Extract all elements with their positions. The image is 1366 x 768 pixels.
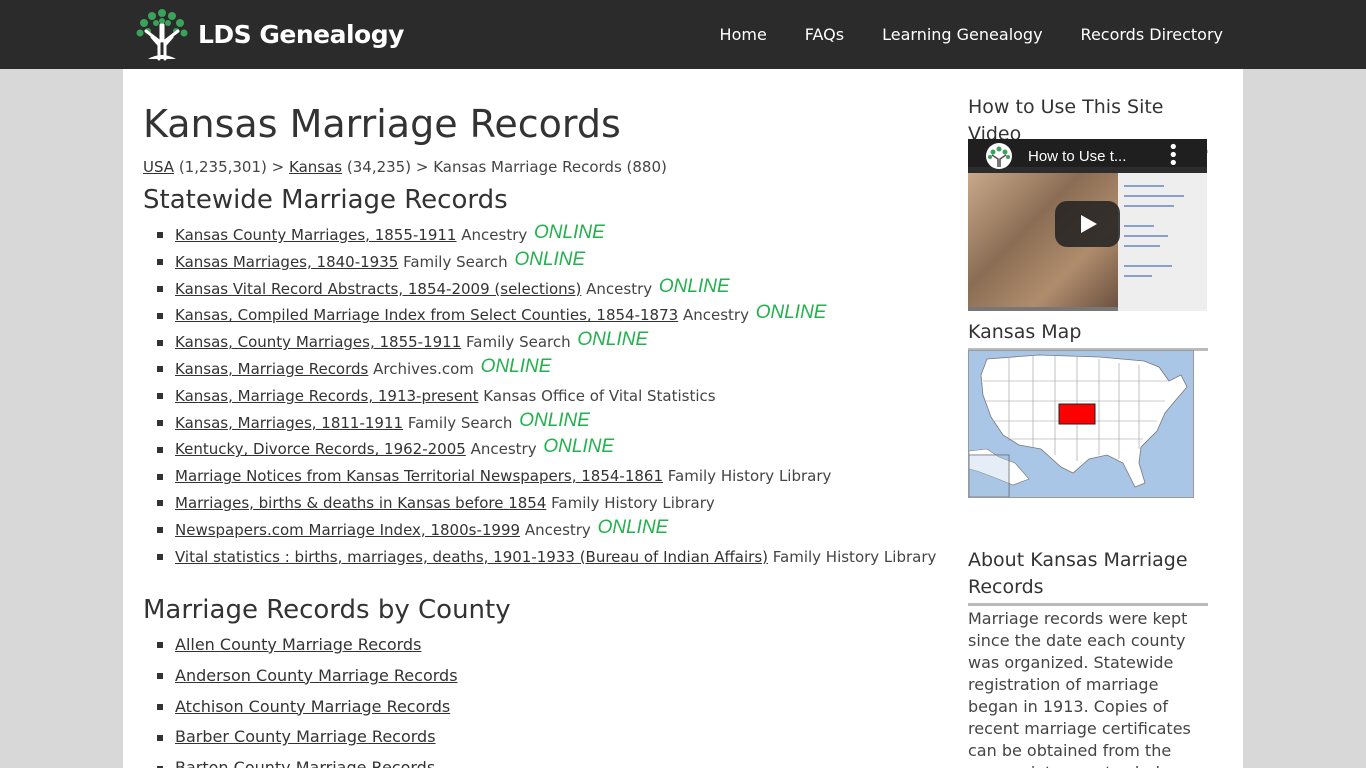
county-record-link[interactable]: Atchison County Marriage Records [175, 697, 450, 716]
county-records-list: Allen County Marriage Records Anderson Co… [143, 630, 458, 768]
online-badge: ONLINE [480, 355, 552, 377]
online-badge: ONLINE [514, 248, 586, 270]
video-document-preview [1118, 173, 1207, 311]
county-record-link[interactable]: Anderson County Marriage Records [175, 666, 458, 685]
statewide-record-item: Kansas, Compiled Marriage Index from Sel… [143, 302, 936, 329]
statewide-record-item: Marriages, births & deaths in Kansas bef… [143, 490, 936, 517]
channel-tree-icon [986, 143, 1012, 169]
kansas-map-image [968, 350, 1194, 498]
online-badge: ONLINE [519, 409, 590, 431]
nav-faqs[interactable]: FAQs [805, 25, 844, 44]
statewide-record-item: Kansas, County Marriages, 1855-1911 Fami… [143, 329, 936, 356]
record-link[interactable]: Vital statistics : births, marriages, de… [175, 548, 768, 566]
county-record-link[interactable]: Allen County Marriage Records [175, 635, 421, 654]
video-menu-icon[interactable]: • • • [1168, 139, 1179, 173]
record-source: Family Search [466, 333, 571, 352]
record-link[interactable]: Newspapers.com Marriage Index, 1800s-199… [175, 521, 520, 539]
record-source: Family History Library [772, 547, 937, 566]
record-source: Ancestry [586, 279, 653, 298]
county-record-link[interactable]: Barton County Marriage Records [175, 758, 435, 768]
record-source: Family Search [407, 413, 513, 432]
record-link[interactable]: Kansas County Marriages, 1855-1911 [175, 226, 456, 244]
county-heading: Marriage Records by County [143, 595, 511, 625]
record-link[interactable]: Kansas Vital Record Abstracts, 1854-2009… [175, 280, 581, 298]
record-source: Ancestry [524, 520, 591, 539]
county-record-item: Barton County Marriage Records [143, 753, 458, 768]
record-link[interactable]: Marriages, births & deaths in Kansas bef… [175, 494, 546, 512]
record-link[interactable]: Kansas, Marriage Records, 1913-present [175, 387, 479, 405]
breadcrumb-kansas-count: (34,235) > [346, 158, 429, 176]
nav-records-directory[interactable]: Records Directory [1081, 25, 1223, 44]
breadcrumb-current: Kansas Marriage Records (880) [433, 158, 667, 176]
statewide-records-list: Kansas County Marriages, 1855-1911 Ances… [143, 222, 936, 570]
online-badge: ONLINE [658, 275, 730, 297]
video-title-bar: How to Use t... • • • [968, 139, 1207, 173]
record-source: Ancestry [470, 440, 537, 459]
about-heading: About Kansas Marriage Records [968, 547, 1208, 606]
county-record-item: Allen County Marriage Records [143, 630, 458, 661]
statewide-record-item: Kansas, Marriage Records, 1913-present K… [143, 383, 936, 410]
record-source: Archives.com [373, 359, 474, 378]
statewide-record-item: Kansas Vital Record Abstracts, 1854-2009… [143, 276, 936, 303]
online-badge: ONLINE [534, 222, 605, 243]
breadcrumb-kansas-link[interactable]: Kansas [289, 158, 342, 176]
record-source: Family Search [403, 252, 508, 271]
us-map-graphic [969, 354, 1188, 497]
record-link[interactable]: Kansas, Marriages, 1811-1911 [175, 414, 403, 432]
statewide-record-item: Kansas, Marriages, 1811-1911 Family Sear… [143, 410, 936, 437]
page-title: Kansas Marriage Records [143, 102, 621, 146]
breadcrumb-usa-link[interactable]: USA [143, 158, 174, 176]
nav-learning-genealogy[interactable]: Learning Genealogy [882, 25, 1042, 44]
about-text: Marriage records were kept since the dat… [968, 609, 1191, 768]
online-badge: ONLINE [577, 329, 649, 351]
statewide-record-item: Kansas County Marriages, 1855-1911 Ances… [143, 222, 936, 249]
record-source: Family History Library [667, 467, 832, 486]
record-link[interactable]: Kansas, Marriage Records [175, 360, 368, 378]
record-source: Family History Library [551, 493, 715, 512]
record-source: Ancestry [682, 306, 749, 325]
record-link[interactable]: Kentucky, Divorce Records, 1962-2005 [175, 440, 466, 458]
statewide-record-item: Kentucky, Divorce Records, 1962-2005 Anc… [143, 436, 936, 463]
nav-home[interactable]: Home [720, 25, 767, 44]
record-link[interactable]: Kansas Marriages, 1840-1935 [175, 253, 398, 271]
county-record-item: Barber County Marriage Records [143, 722, 458, 753]
statewide-record-item: Marriage Notices from Kansas Territorial… [143, 463, 936, 490]
statewide-record-item: Kansas Marriages, 1840-1935 Family Searc… [143, 249, 936, 276]
county-record-link[interactable]: Barber County Marriage Records [175, 727, 436, 746]
breadcrumb: USA (1,235,301) > Kansas (34,235) > Kans… [143, 158, 667, 176]
main-nav: Home FAQs Learning Genealogy Records Dir… [682, 0, 1223, 69]
breadcrumb-usa-count: (1,235,301) > [178, 158, 285, 176]
tree-logo-icon [136, 9, 188, 61]
video-player[interactable]: How to Use t... • • • [968, 139, 1207, 311]
play-button-icon[interactable] [1055, 201, 1120, 247]
online-badge: ONLINE [755, 302, 827, 324]
county-record-item: Atchison County Marriage Records [143, 692, 458, 723]
record-source: Ancestry [461, 226, 528, 244]
record-source: Kansas Office of Vital Statistics [483, 386, 716, 405]
online-badge: ONLINE [597, 516, 669, 538]
statewide-heading: Statewide Marriage Records [143, 185, 508, 215]
county-record-item: Anderson County Marriage Records [143, 661, 458, 692]
statewide-record-item: Vital statistics : births, marriages, de… [143, 544, 936, 571]
statewide-record-item: Newspapers.com Marriage Index, 1800s-199… [143, 517, 936, 544]
record-link[interactable]: Kansas, County Marriages, 1855-1911 [175, 333, 461, 351]
online-badge: ONLINE [543, 436, 615, 458]
record-link[interactable]: Marriage Notices from Kansas Territorial… [175, 467, 663, 485]
map-heading: Kansas Map [968, 319, 1208, 351]
logo-text: LDS Genealogy [198, 19, 404, 49]
page-content: Kansas Marriage Records USA (1,235,301) … [123, 69, 1243, 768]
site-header: LDS Genealogy Home FAQs Learning Genealo… [0, 0, 1366, 69]
statewide-record-item: Kansas, Marriage Records Archives.com ON… [143, 356, 936, 383]
site-logo[interactable]: LDS Genealogy [132, 7, 404, 61]
record-link[interactable]: Kansas, Compiled Marriage Index from Sel… [175, 306, 678, 324]
video-title[interactable]: How to Use t... [1028, 148, 1126, 165]
